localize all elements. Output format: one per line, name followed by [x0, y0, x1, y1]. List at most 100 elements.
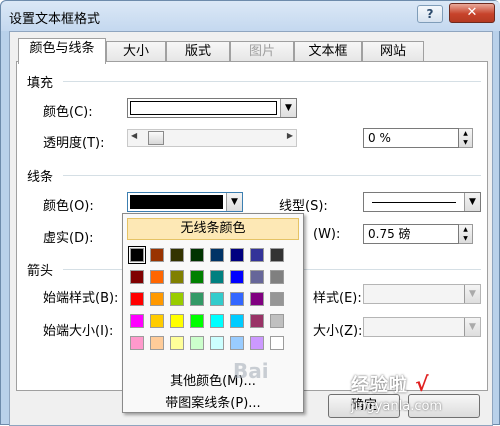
color-swatch[interactable]	[150, 270, 164, 284]
color-swatch[interactable]	[150, 292, 164, 306]
tab-picture[interactable]: 图片	[230, 41, 294, 63]
tab-textbox[interactable]: 文本框	[294, 41, 362, 63]
line-color-dropdown[interactable]: ▼	[127, 192, 243, 212]
color-swatch[interactable]	[190, 292, 204, 306]
color-swatch[interactable]	[130, 336, 144, 350]
dialog-window: 设置文本框格式 ? ✕ 颜色与线条 大小 版式 图片 文本框 网站 填充 颜色(…	[0, 0, 500, 426]
color-swatch[interactable]	[130, 292, 144, 306]
color-swatch[interactable]	[250, 248, 264, 262]
end-style-label: 样式(E):	[313, 291, 362, 306]
line-color-swatch	[130, 195, 223, 209]
line-divider	[63, 175, 481, 176]
close-button[interactable]: ✕	[449, 3, 495, 23]
line-section-title: 线条	[27, 170, 54, 185]
transparency-input[interactable]: 0 %	[363, 128, 459, 148]
color-swatch[interactable]	[230, 336, 244, 350]
color-swatch[interactable]	[210, 248, 224, 262]
color-swatch[interactable]	[230, 270, 244, 284]
color-swatch[interactable]	[150, 248, 164, 262]
color-swatch[interactable]	[210, 292, 224, 306]
arrows-section-title: 箭头	[27, 264, 54, 279]
line-weight-label: (W):	[313, 227, 341, 242]
color-swatch[interactable]	[270, 248, 284, 262]
slider-thumb[interactable]	[148, 131, 164, 145]
watermark-text: 经验啦	[351, 375, 408, 396]
begin-style-label: 始端样式(B):	[43, 291, 119, 306]
fill-color-dropdown[interactable]: ▼	[127, 98, 297, 118]
tab-website[interactable]: 网站	[362, 41, 424, 63]
color-swatch[interactable]	[130, 270, 144, 284]
line-style-dropdown[interactable]: ▼	[363, 192, 481, 212]
fill-color-label: 颜色(C):	[43, 105, 93, 120]
site-watermark: 经验啦 √ jingyanla.com	[351, 371, 500, 414]
end-style-dropdown[interactable]: ▼	[363, 284, 481, 304]
color-swatch[interactable]	[190, 336, 204, 350]
line-color-label: 颜色(O):	[43, 199, 94, 214]
fill-section-title: 填充	[27, 76, 54, 91]
color-swatch[interactable]	[230, 248, 244, 262]
color-swatch[interactable]	[270, 314, 284, 328]
color-swatch[interactable]	[230, 314, 244, 328]
line-color-popup: 无线条颜色 其他颜色(M)... 带图案线条(P)...	[122, 213, 304, 413]
watermark-url: jingyanla.com	[351, 399, 443, 414]
slider-left-arrow-icon[interactable]: ◀	[131, 131, 137, 140]
color-swatch[interactable]	[170, 336, 184, 350]
line-style-sample	[372, 202, 456, 203]
color-swatch[interactable]	[170, 292, 184, 306]
color-swatch[interactable]	[270, 336, 284, 350]
transparency-slider[interactable]: ◀ ▶	[127, 129, 297, 147]
color-swatch[interactable]	[170, 270, 184, 284]
slider-right-arrow-icon[interactable]: ▶	[287, 131, 293, 140]
title-bar[interactable]: 设置文本框格式 ? ✕	[1, 1, 500, 31]
color-swatch[interactable]	[210, 314, 224, 328]
line-style-label: 线型(S):	[279, 199, 328, 214]
more-colors-button[interactable]: 其他颜色(M)...	[123, 370, 303, 389]
spin-down-icon[interactable]: ▼	[459, 234, 472, 243]
color-swatch[interactable]	[150, 336, 164, 350]
color-swatch[interactable]	[190, 248, 204, 262]
patterned-lines-button[interactable]: 带图案线条(P)...	[123, 392, 303, 411]
color-swatch[interactable]	[270, 270, 284, 284]
color-swatch[interactable]	[170, 248, 184, 262]
color-swatch[interactable]	[250, 314, 264, 328]
line-weight-input[interactable]: 0.75 磅	[363, 224, 459, 244]
color-swatch[interactable]	[150, 314, 164, 328]
transparency-spinner[interactable]: ▲ ▼	[459, 128, 473, 148]
color-swatch[interactable]	[270, 292, 284, 306]
spin-down-icon[interactable]: ▼	[459, 138, 472, 147]
tab-layout[interactable]: 版式	[166, 41, 230, 63]
end-size-label: 大小(Z):	[313, 324, 363, 339]
color-swatch[interactable]	[250, 292, 264, 306]
chevron-down-icon: ▼	[226, 193, 242, 211]
spin-up-icon[interactable]: ▲	[459, 129, 472, 138]
color-swatch[interactable]	[170, 314, 184, 328]
color-swatch[interactable]	[190, 270, 204, 284]
color-swatch[interactable]	[130, 314, 144, 328]
chevron-down-icon: ▼	[464, 285, 480, 303]
end-size-dropdown[interactable]: ▼	[363, 317, 481, 337]
line-weight-spinner[interactable]: ▲ ▼	[459, 224, 473, 244]
chevron-down-icon: ▼	[280, 99, 296, 117]
spin-up-icon[interactable]: ▲	[459, 225, 472, 234]
color-swatch[interactable]	[250, 336, 264, 350]
color-swatch[interactable]	[210, 270, 224, 284]
baidu-watermark: Bai	[233, 359, 269, 383]
window-title: 设置文本框格式	[9, 12, 101, 27]
tab-colors-and-lines[interactable]: 颜色与线条	[18, 38, 106, 64]
color-swatch[interactable]	[128, 246, 146, 264]
fill-color-swatch	[130, 101, 277, 115]
chevron-down-icon: ▼	[464, 193, 480, 211]
color-swatch[interactable]	[210, 336, 224, 350]
no-line-color-button[interactable]: 无线条颜色	[127, 218, 299, 240]
tab-size[interactable]: 大小	[106, 41, 166, 63]
checkmark-icon: √	[415, 372, 430, 396]
color-swatch[interactable]	[250, 270, 264, 284]
color-swatch[interactable]	[230, 292, 244, 306]
help-button[interactable]: ?	[417, 5, 443, 23]
transparency-label: 透明度(T):	[43, 136, 105, 151]
color-swatch[interactable]	[190, 314, 204, 328]
chevron-down-icon: ▼	[464, 318, 480, 336]
begin-size-label: 始端大小(I):	[43, 324, 114, 339]
dash-label: 虚实(D):	[43, 231, 94, 246]
fill-divider	[63, 81, 481, 82]
